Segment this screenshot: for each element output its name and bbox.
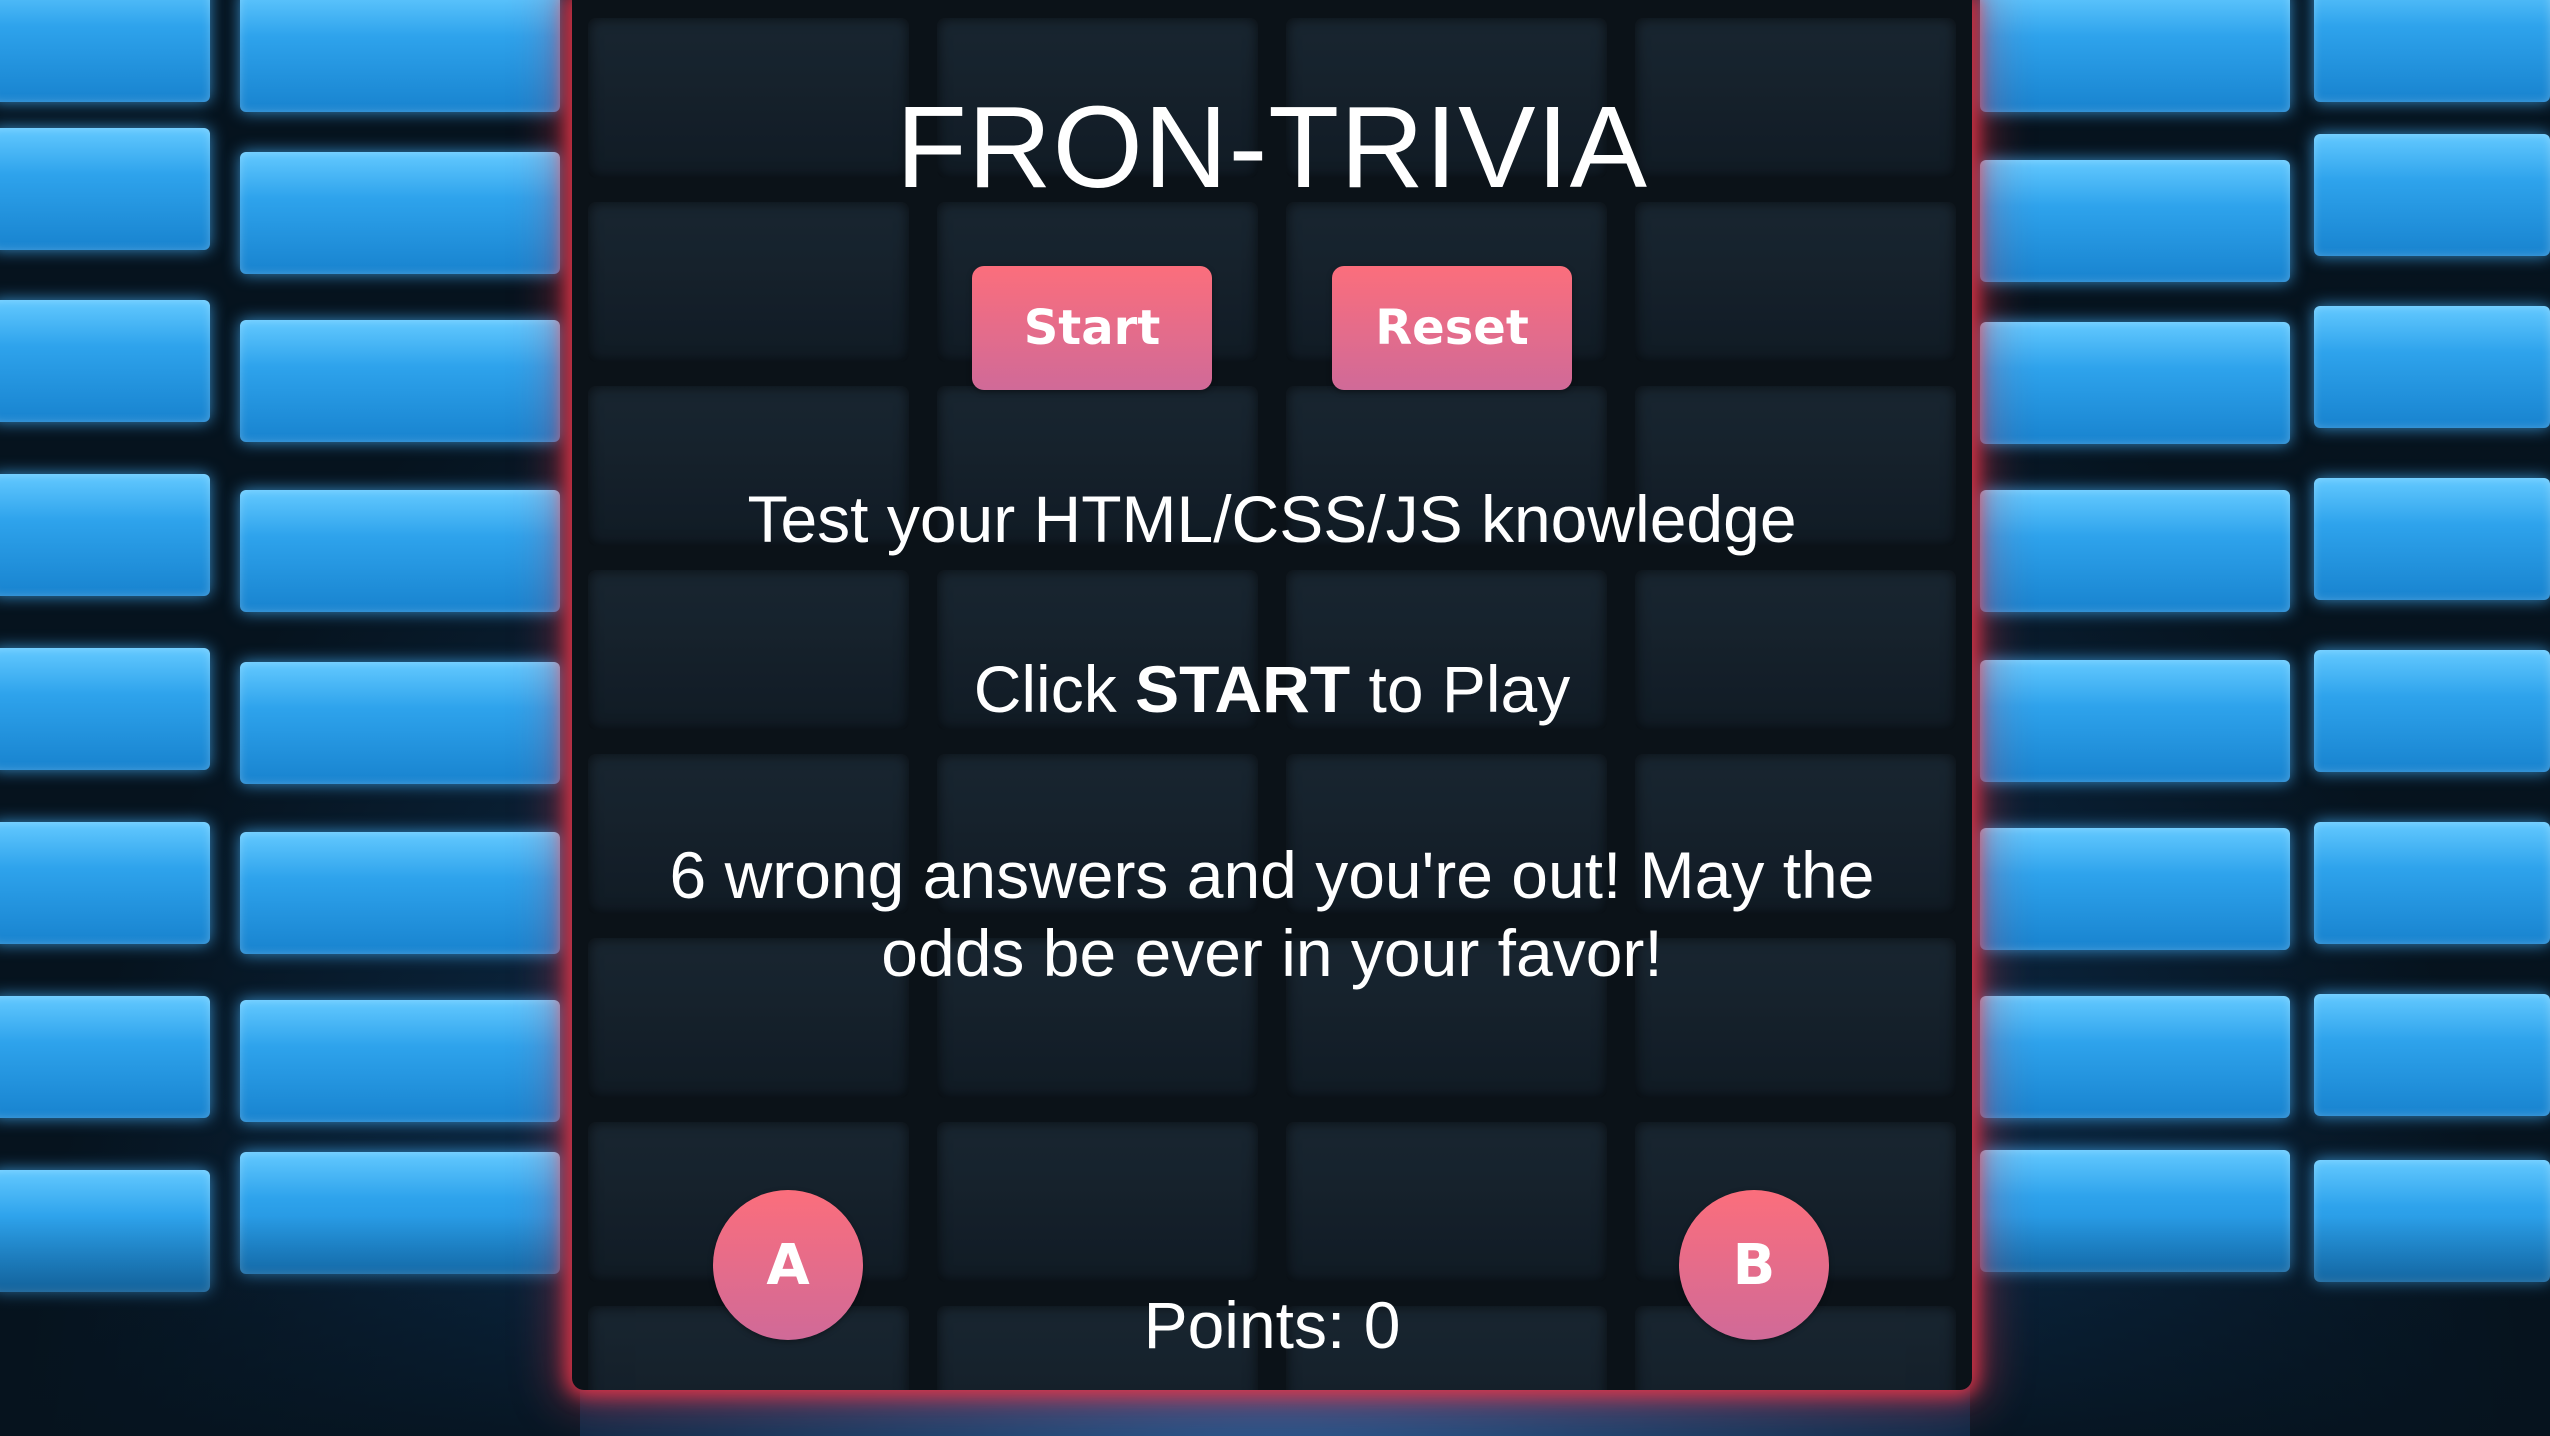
game-title: FRON-TRIVIA [895,82,1649,212]
wall-tile [1980,660,2290,782]
points-label: Points: [1143,1288,1364,1362]
wall-tile [0,0,210,102]
wall-tile [0,474,210,596]
wall-tile [0,1170,210,1292]
wall-tile [2314,994,2550,1116]
wall-tile [2314,650,2550,772]
wall-tile [2314,134,2550,256]
wall-tile [240,320,560,442]
game-stage: FRON-TRIVIA Start Reset Test your HTML/C… [0,0,2550,1436]
wall-tile [240,832,560,954]
tagline-text: Test your HTML/CSS/JS knowledge [747,482,1797,556]
warning-text: 6 wrong answers and you're out! May the … [669,838,1875,990]
wall-tile [1980,1150,2290,1272]
wall-tile [240,1000,560,1122]
instruction-prefix: Click [973,652,1136,726]
right-light-wall [1970,0,2550,1436]
start-button[interactable]: Start [972,266,1212,390]
wall-tile [1980,160,2290,282]
wall-tile [2314,0,2550,102]
wall-tile [1980,828,2290,950]
instruction-suffix: to Play [1350,652,1571,726]
wall-tile [2314,306,2550,428]
points-display: Points: 0 [572,1286,1972,1364]
wall-tile [0,300,210,422]
wall-tile [2314,478,2550,600]
wall-tile [0,648,210,770]
wall-tile [1980,322,2290,444]
reset-button[interactable]: Reset [1332,266,1572,390]
wall-tile [0,996,210,1118]
game-board: FRON-TRIVIA Start Reset Test your HTML/C… [572,0,1972,1390]
wall-tile [240,152,560,274]
game-content: FRON-TRIVIA Start Reset Test your HTML/C… [572,0,1972,1390]
wall-tile [2314,1160,2550,1282]
left-light-wall [0,0,580,1436]
wall-tile [240,0,560,112]
wall-tile [240,1152,560,1274]
wall-tile [1980,0,2290,112]
wall-tile [0,822,210,944]
wall-tile [240,490,560,612]
points-value: 0 [1363,1288,1401,1362]
wall-tile [1980,490,2290,612]
wall-tile [1980,996,2290,1118]
instruction-text: Click START to Play [572,650,1972,728]
instruction-emphasis: START [1135,652,1351,726]
wall-tile [0,128,210,250]
wall-tile [240,662,560,784]
wall-tile [2314,822,2550,944]
